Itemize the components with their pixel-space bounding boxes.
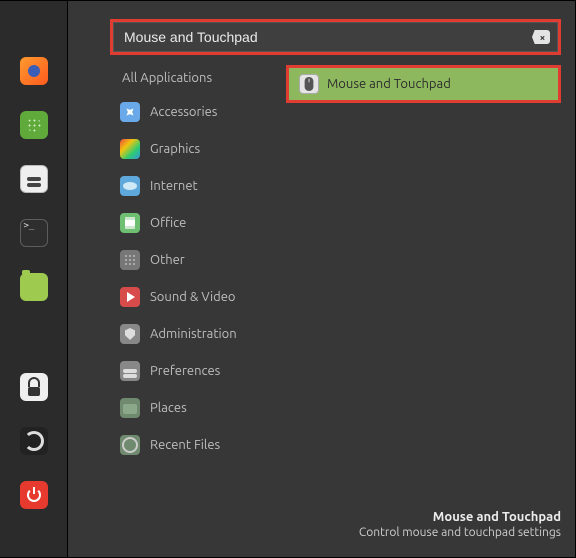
category-recent-files[interactable]: Recent Files bbox=[120, 435, 286, 455]
result-label: Mouse and Touchpad bbox=[327, 77, 451, 91]
results-panel: Mouse and Touchpad bbox=[286, 65, 561, 497]
office-icon bbox=[120, 213, 140, 233]
other-icon bbox=[120, 250, 140, 270]
category-other[interactable]: Other bbox=[120, 250, 286, 270]
preferences-icon bbox=[120, 361, 140, 381]
clear-icon[interactable]: × bbox=[532, 30, 550, 44]
sound-video-icon bbox=[120, 287, 140, 307]
category-office[interactable]: Office bbox=[120, 213, 286, 233]
category-places[interactable]: Places bbox=[120, 398, 286, 418]
graphics-icon bbox=[120, 139, 140, 159]
settings-icon[interactable] bbox=[20, 165, 48, 193]
tooltip-title: Mouse and Touchpad bbox=[359, 510, 561, 524]
recent-files-icon bbox=[120, 435, 140, 455]
search-highlight: × bbox=[110, 19, 561, 55]
menu-body: All Applications Accessories Graphics In… bbox=[120, 65, 561, 497]
category-preferences[interactable]: Preferences bbox=[120, 361, 286, 381]
files-icon[interactable] bbox=[20, 273, 48, 301]
refresh-icon[interactable] bbox=[20, 427, 48, 455]
tooltip-description: Control mouse and touchpad settings bbox=[359, 526, 561, 539]
search-input[interactable] bbox=[113, 22, 558, 52]
result-mouse-and-touchpad[interactable]: Mouse and Touchpad bbox=[289, 68, 558, 100]
category-sound-video[interactable]: Sound & Video bbox=[120, 287, 286, 307]
launcher-panel bbox=[0, 0, 68, 558]
category-administration[interactable]: Administration bbox=[120, 324, 286, 344]
places-icon bbox=[120, 398, 140, 418]
power-icon[interactable] bbox=[20, 481, 48, 509]
category-graphics[interactable]: Graphics bbox=[120, 139, 286, 159]
mouse-icon bbox=[299, 74, 319, 94]
category-label: Graphics bbox=[150, 142, 200, 156]
category-list: All Applications Accessories Graphics In… bbox=[120, 65, 286, 497]
lock-icon[interactable] bbox=[20, 373, 48, 401]
app-root: × All Applications Accessories Graphics … bbox=[0, 0, 576, 558]
category-label: Sound & Video bbox=[150, 290, 236, 304]
result-highlight: Mouse and Touchpad bbox=[286, 65, 561, 103]
administration-icon bbox=[120, 324, 140, 344]
accessories-icon bbox=[120, 102, 140, 122]
terminal-icon[interactable] bbox=[20, 219, 48, 247]
apps-icon[interactable] bbox=[20, 111, 48, 139]
category-label: Internet bbox=[150, 179, 198, 193]
category-label: Other bbox=[150, 253, 185, 267]
category-label: Places bbox=[150, 401, 187, 415]
category-internet[interactable]: Internet bbox=[120, 176, 286, 196]
category-label: Recent Files bbox=[150, 438, 220, 452]
tooltip: Mouse and Touchpad Control mouse and tou… bbox=[359, 510, 561, 539]
category-all-applications[interactable]: All Applications bbox=[120, 71, 286, 85]
category-label: Preferences bbox=[150, 364, 220, 378]
app-menu: × All Applications Accessories Graphics … bbox=[68, 0, 576, 558]
firefox-icon[interactable] bbox=[20, 57, 48, 85]
category-accessories[interactable]: Accessories bbox=[120, 102, 286, 122]
category-label: Office bbox=[150, 216, 186, 230]
category-label: Administration bbox=[150, 327, 237, 341]
internet-icon bbox=[120, 176, 140, 196]
category-label: Accessories bbox=[150, 105, 217, 119]
